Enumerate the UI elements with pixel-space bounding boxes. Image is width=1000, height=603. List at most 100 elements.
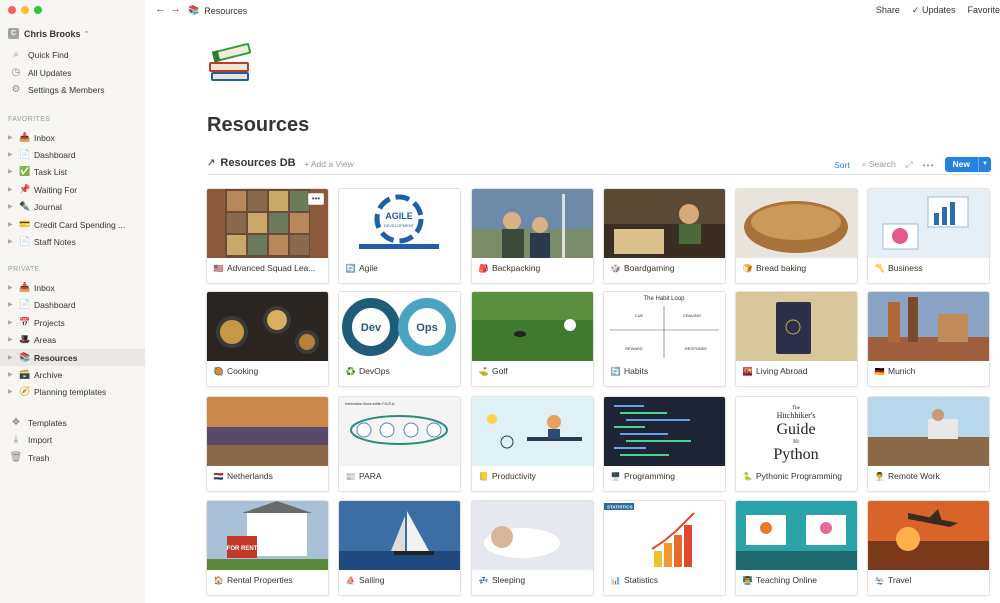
card-cover-image: Dev Ops <box>339 292 460 361</box>
gallery-card[interactable]: AGILE DEVELOPMENT 🔄 Agile <box>338 188 461 284</box>
toggle-triangle-icon[interactable]: ▶ <box>8 168 18 175</box>
toggle-triangle-icon[interactable]: ▶ <box>8 319 18 326</box>
gallery-card[interactable]: 🎲 Boardgaming <box>603 188 726 284</box>
books-icon[interactable] <box>207 38 257 88</box>
card-title: Bread baking <box>756 263 807 273</box>
gallery-card[interactable]: 📒 Productivity <box>471 396 594 492</box>
share-button[interactable]: Share <box>876 5 900 16</box>
card-title: Statistics <box>624 575 659 585</box>
sidebar-bottom-item-2[interactable]: 🗑 Trash <box>0 449 145 466</box>
sidebar-bottom-item-1[interactable]: ⤓ Import <box>0 431 145 448</box>
chevron-down-icon[interactable]: ▼ <box>978 157 991 172</box>
gallery-card[interactable]: 🎒 Backpacking <box>471 188 594 284</box>
gear-icon: ⚙ <box>11 84 21 95</box>
svg-text:Hitchhiker's: Hitchhiker's <box>777 411 816 420</box>
sidebar-favorite-item-3[interactable]: ▶ 📌 Waiting For <box>0 181 145 198</box>
close-window-button[interactable] <box>8 6 16 14</box>
toggle-triangle-icon[interactable]: ▶ <box>8 134 18 141</box>
sidebar-private-item-0[interactable]: ▶ 📥 Inbox <box>0 279 145 296</box>
gallery-card[interactable]: 🇳🇱 Netherlands <box>206 396 329 492</box>
sidebar-private-item-3[interactable]: ▶ 🎩 Areas <box>0 331 145 348</box>
sidebar-private-item-4[interactable]: ▶ 📚 Resources <box>0 349 145 366</box>
card-title: PARA <box>359 471 382 481</box>
toggle-triangle-icon[interactable]: ▶ <box>8 284 18 291</box>
toggle-triangle-icon[interactable]: ▶ <box>8 336 18 343</box>
sidebar-favorite-item-4[interactable]: ▶ ✒️ Journal <box>0 198 145 215</box>
favorite-button[interactable]: Favorite <box>967 5 1000 16</box>
card-cover-image <box>868 189 989 258</box>
sidebar-favorite-item-2[interactable]: ▶ ✅ Task List <box>0 163 145 180</box>
gallery-card[interactable]: STATISTICS 📊 Statistics <box>603 500 726 596</box>
svg-text:Ops: Ops <box>416 322 437 334</box>
card-cover-image <box>868 292 989 361</box>
card-title: Habits <box>624 366 649 376</box>
expand-icon[interactable]: ⤢ <box>906 159 913 170</box>
sidebar-favorite-item-5[interactable]: ▶ 💳 Credit Card Spending ... <box>0 216 145 233</box>
sidebar-item-label: Staff Notes <box>34 236 76 247</box>
gallery-card[interactable]: 〽️ Business <box>867 188 990 284</box>
card-cover-image <box>207 397 328 466</box>
gallery-card[interactable]: The Habit Loop CUE CRAVING REWARD RESPON… <box>603 291 726 387</box>
card-icon: 💤 <box>478 575 489 585</box>
sidebar-top-item-0[interactable]: ⌕ Quick Find <box>0 46 145 63</box>
card-more-button[interactable]: ••• <box>308 193 324 205</box>
toggle-triangle-icon[interactable]: ▶ <box>8 354 18 361</box>
gallery-card[interactable]: FOR RENT 🏠 Rental Properties <box>206 500 329 596</box>
maximize-window-button[interactable] <box>34 6 42 14</box>
toggle-triangle-icon[interactable]: ▶ <box>8 301 18 308</box>
sort-button[interactable]: Sort <box>834 160 850 170</box>
minimize-window-button[interactable] <box>21 6 29 14</box>
gallery-card[interactable]: 🛬 Travel <box>867 500 990 596</box>
sidebar-favorite-item-6[interactable]: ▶ 📄 Staff Notes <box>0 233 145 250</box>
toggle-triangle-icon[interactable]: ▶ <box>8 221 18 228</box>
toggle-triangle-icon[interactable]: ▶ <box>8 203 18 210</box>
toggle-triangle-icon[interactable]: ▶ <box>8 371 18 378</box>
sidebar-favorite-item-1[interactable]: ▶ 📄 Dashboard <box>0 146 145 163</box>
sidebar-favorite-item-0[interactable]: ▶ 📥 Inbox <box>0 129 145 146</box>
gallery-card[interactable]: 🥘 Cooking <box>206 291 329 387</box>
toggle-triangle-icon[interactable]: ▶ <box>8 186 18 193</box>
card-caption: 👨‍🏫 Teaching Online <box>742 575 853 585</box>
gallery-card[interactable]: ⛵ Sailing <box>338 500 461 596</box>
card-icon: 〽️ <box>874 263 885 273</box>
forward-arrow-icon[interactable]: → <box>170 3 185 15</box>
gallery-card[interactable]: 💤 Sleeping <box>471 500 594 596</box>
svg-text:CUE: CUE <box>635 313 644 318</box>
back-arrow-icon[interactable]: ← <box>155 3 170 15</box>
sidebar-private-item-2[interactable]: ▶ 📅 Projects <box>0 314 145 331</box>
gallery-card[interactable]: 🌇 Living Abroad <box>735 291 858 387</box>
card-cover-image <box>472 189 593 258</box>
gallery-card[interactable]: ⛳ Golf <box>471 291 594 387</box>
add-view-button[interactable]: + Add a View <box>304 159 354 169</box>
database-title[interactable]: ↗ Resources DB <box>207 157 296 169</box>
gallery-card[interactable]: 🇩🇪 Munich <box>867 291 990 387</box>
gallery-card[interactable]: Dev Ops ♻️ DevOps <box>338 291 461 387</box>
sidebar-private-item-6[interactable]: ▶ 🧭 Planning templates <box>0 383 145 400</box>
gallery-card[interactable]: 🖥️ Programming <box>603 396 726 492</box>
gallery-card[interactable]: ••• 🇺🇸 Advanced Squad Lea... <box>206 188 329 284</box>
breadcrumb[interactable]: 📚 Resources <box>188 5 247 16</box>
workspace-switcher[interactable]: C Chris Brooks ⌃ <box>8 28 89 39</box>
toggle-triangle-icon[interactable]: ▶ <box>8 238 18 245</box>
sidebar-private-item-1[interactable]: ▶ 📄 Dashboard <box>0 296 145 313</box>
sidebar-item-label: Planning templates <box>34 386 107 397</box>
svg-text:DEVELOPMENT: DEVELOPMENT <box>384 223 415 228</box>
sidebar-top-item-2[interactable]: ⚙ Settings & Members <box>0 81 145 98</box>
sidebar-bottom-item-0[interactable]: ❖ Templates <box>0 414 145 431</box>
updates-button[interactable]: ✓ Updates <box>912 5 956 16</box>
sidebar-private-item-5[interactable]: ▶ 🗃️ Archive <box>0 366 145 383</box>
gallery-card[interactable]: Information flows within P.A.R.A. 📰 PARA <box>338 396 461 492</box>
gallery-card[interactable]: 🍞 Bread baking <box>735 188 858 284</box>
card-icon: 📰 <box>345 471 356 481</box>
card-icon: 🍞 <box>742 263 753 273</box>
gallery-card[interactable]: 👨‍💼 Remote Work <box>867 396 990 492</box>
card-cover-image: The Habit Loop CUE CRAVING REWARD RESPON… <box>604 292 725 361</box>
sidebar-top-item-1[interactable]: ◷ All Updates <box>0 64 145 81</box>
toggle-triangle-icon[interactable]: ▶ <box>8 388 18 395</box>
new-button[interactable]: New ▼ <box>944 157 991 172</box>
search-button[interactable]: ⌕ Search <box>862 159 896 170</box>
toggle-triangle-icon[interactable]: ▶ <box>8 151 18 158</box>
gallery-card[interactable]: 👨‍🏫 Teaching Online <box>735 500 858 596</box>
gallery-card[interactable]: The Hitchhiker's Guide to Python 🐍 Pythoni… <box>735 396 858 492</box>
more-options-icon[interactable]: ••• <box>923 160 935 170</box>
